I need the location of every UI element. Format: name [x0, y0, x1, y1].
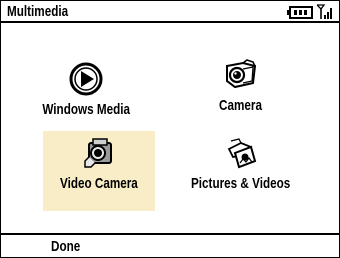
- menu-item-video-camera[interactable]: Video Camera: [43, 131, 155, 211]
- menu-item-windows-media[interactable]: Windows Media: [31, 57, 141, 131]
- done-softkey[interactable]: Done: [51, 238, 80, 255]
- page-title: Multimedia: [7, 3, 69, 20]
- screen: Multimedia Windows Media Camera Video Ca…: [0, 0, 340, 258]
- menu-item-label: Pictures & Videos: [191, 175, 291, 192]
- softkey-bar: Done: [1, 233, 339, 257]
- video-camera-icon: [84, 138, 112, 168]
- battery-icon: [287, 6, 313, 19]
- windows-media-icon: [69, 62, 103, 96]
- menu-item-pictures-videos[interactable]: Pictures & Videos: [186, 131, 296, 205]
- pictures-videos-icon: [227, 138, 257, 169]
- title-bar: Multimedia: [1, 1, 339, 23]
- camera-icon: [226, 59, 257, 89]
- menu-item-camera[interactable]: Camera: [186, 53, 296, 127]
- signal-icon: [317, 4, 332, 19]
- menu-item-label: Video Camera: [60, 175, 138, 192]
- menu-item-label: Camera: [219, 97, 263, 114]
- menu-item-label: Windows Media: [42, 101, 130, 118]
